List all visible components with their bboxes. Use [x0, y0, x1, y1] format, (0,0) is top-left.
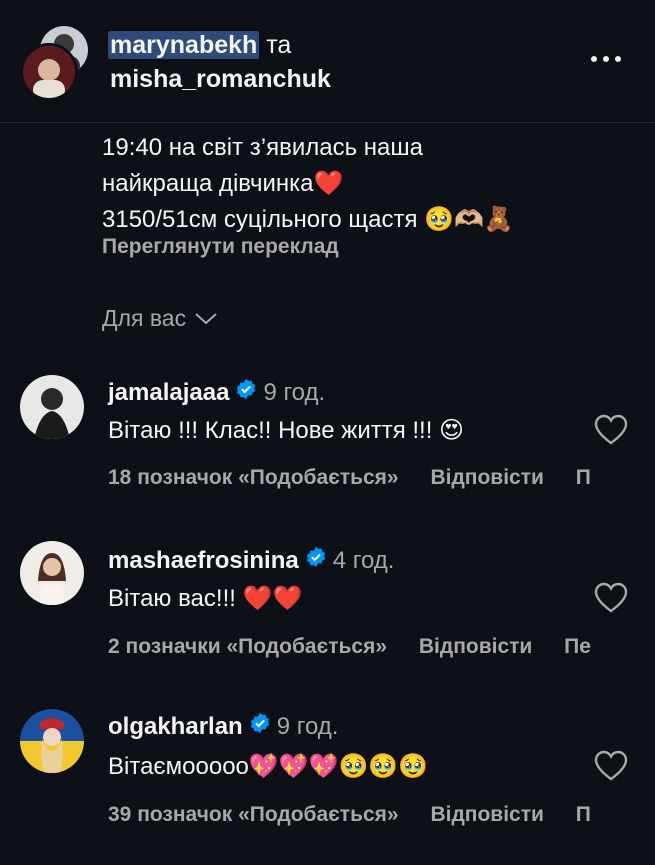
- more-horizontal-icon[interactable]: [588, 52, 624, 66]
- see-translation-link[interactable]: Переглянути переклад: [102, 235, 339, 259]
- heart-icon[interactable]: [594, 414, 628, 451]
- likes-count[interactable]: 18 позначок «Подобається»: [108, 466, 399, 489]
- likes-count[interactable]: 2 позначки «Подобається»: [108, 635, 387, 658]
- comments-sort-dropdown[interactable]: Для вас: [102, 305, 218, 332]
- comment-username[interactable]: jamalajaaa: [108, 379, 229, 407]
- comment-meta: 39 позначок «Подобається» Відповісти П: [108, 803, 617, 827]
- post-caption: 19:40 на світ з’явилась наша найкраща ді…: [102, 130, 514, 238]
- comment-meta: 2 позначки «Подобається» Відповісти Пе: [108, 635, 617, 659]
- more-action-button[interactable]: П: [576, 466, 591, 489]
- comment-meta: 18 позначок «Подобається» Відповісти П: [108, 466, 617, 490]
- likes-count[interactable]: 39 позначок «Подобається»: [108, 803, 399, 826]
- more-action-button[interactable]: Пе: [564, 635, 591, 658]
- heart-icon[interactable]: [594, 582, 628, 619]
- caption-line-2: найкраща дівчинка❤️: [102, 170, 344, 197]
- comment-username[interactable]: olgakharlan: [108, 713, 243, 741]
- comment-header: jamalajaaa 9 год.: [108, 378, 325, 407]
- username-marynabekh[interactable]: marynabekh: [108, 31, 260, 59]
- sort-label: Для вас: [102, 305, 187, 331]
- username-misha-romanchuk[interactable]: misha_romanchuk: [110, 62, 331, 96]
- comment-text: Вітаємоoooo💖💖💖🥹🥹🥹: [108, 753, 429, 780]
- more-action-button[interactable]: П: [576, 803, 591, 826]
- comment-text: Вітаю вас!!! ❤️❤️: [108, 585, 303, 612]
- reply-button[interactable]: Відповісти: [419, 635, 532, 658]
- reply-button[interactable]: Відповісти: [430, 466, 543, 489]
- joiner-text: та: [266, 31, 292, 59]
- avatar-olgakharlan[interactable]: [20, 709, 84, 773]
- comment-header: mashaefrosinina 4 год.: [108, 546, 394, 575]
- avatar-primary[interactable]: [20, 43, 78, 101]
- comment-text: Вітаю !!! Клас!! Нове життя !!! 😍: [108, 417, 465, 444]
- caption-line-1: 19:40 на світ з’явилась наша: [102, 134, 423, 161]
- comment-time: 9 год.: [263, 378, 326, 406]
- header-divider: [0, 122, 655, 123]
- heart-icon[interactable]: [594, 750, 628, 787]
- comment-time: 4 год.: [332, 546, 395, 574]
- verified-badge-icon: [229, 378, 257, 407]
- header-usernames: marynabekh та misha_romanchuk: [108, 28, 331, 96]
- comment-username[interactable]: mashaefrosinina: [108, 547, 299, 575]
- comment-time: 9 год.: [276, 712, 339, 740]
- comment-header: olgakharlan 9 год.: [108, 712, 338, 741]
- reply-button[interactable]: Відповісти: [430, 803, 543, 826]
- verified-badge-icon: [243, 712, 271, 741]
- caption-line-3: 3150/51см суцільного щастя 🥹🫶🏼🧸: [102, 206, 514, 233]
- verified-badge-icon: [299, 546, 327, 575]
- avatar-jamalajaaa[interactable]: [20, 375, 84, 439]
- chevron-down-icon: [194, 305, 218, 332]
- avatar-mashaefrosinina[interactable]: [20, 541, 84, 605]
